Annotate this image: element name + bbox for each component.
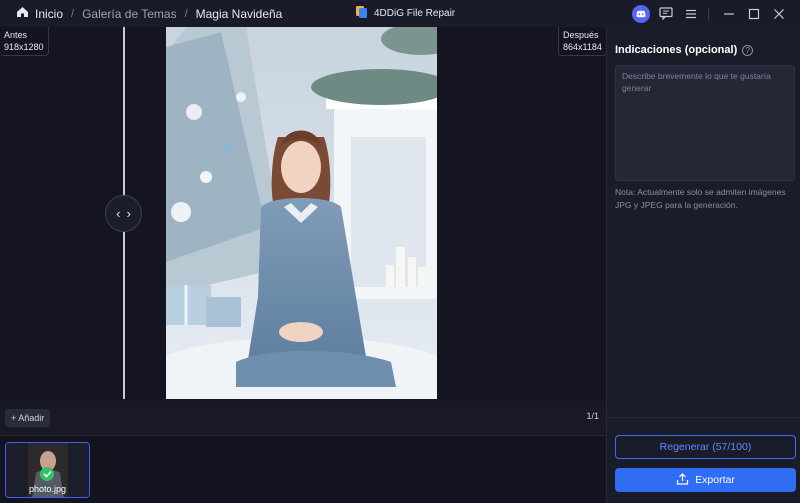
after-size: 864x1184 [563,42,602,52]
add-label: + Añadir [11,413,45,423]
thumbnail-item[interactable]: photo.jpg [5,442,90,498]
app-title: 4DDiG File Repair [355,0,455,27]
side-panel: Indicaciones (opcional) ? Describe breve… [606,27,800,503]
breadcrumb-current: Magia Navideña [195,6,283,21]
export-label: Exportar [695,474,735,486]
feedback-icon[interactable] [655,3,677,25]
before-size: 918x1280 [4,42,44,52]
breadcrumb-gallery[interactable]: Galería de Temas [82,7,177,21]
chevron-left-icon: ‹ [116,206,121,221]
format-note: Nota: Actualmente solo se admiten imágen… [615,187,786,210]
window-controls [627,0,790,27]
export-icon [676,472,689,488]
home-icon [16,6,29,21]
breadcrumb-separator: / [71,7,75,20]
title-bar: Inicio / Galería de Temas / Magia Navide… [0,0,800,27]
discord-icon[interactable] [630,3,652,25]
app-logo-icon [355,5,368,22]
thumbnail-bar: photo.jpg [0,435,606,503]
close-icon[interactable] [768,3,790,25]
minimize-icon[interactable] [718,3,740,25]
app-name: 4DDiG File Repair [374,8,456,19]
breadcrumb-home[interactable]: Inicio [16,6,63,21]
breadcrumb-separator: / [184,7,188,20]
home-label: Inicio [35,6,64,21]
window-controls-separator [708,7,709,20]
breadcrumb: Inicio / Galería de Temas / Magia Navide… [0,6,282,21]
after-size-tag: Después 864x1184 [558,27,606,56]
panel-footer-divider [607,417,800,418]
preview-canvas: ‹ › Antes 918x1280 Después 864x1184 [0,27,606,401]
thumbnail-filename: photo.jpg [28,484,67,494]
compare-slider-handle[interactable]: ‹ › [105,195,142,232]
chevron-right-icon: › [126,206,131,221]
after-label: Después [563,30,599,40]
prompt-input[interactable]: Describe brevemente lo que te gustaría g… [615,65,795,181]
panel-title-text: Indicaciones (opcional) [615,44,738,56]
before-size-tag: Antes 918x1280 [0,27,49,56]
page-counter: 1/1 [586,411,599,421]
preview-image [166,27,437,399]
help-icon[interactable]: ? [742,44,754,56]
add-button[interactable]: + Añadir [5,409,51,427]
menu-icon[interactable] [680,3,702,25]
maximize-icon[interactable] [743,3,765,25]
toolbar-strip: + Añadir 1/1 [0,401,606,435]
panel-title: Indicaciones (opcional) ? [615,44,754,56]
export-button[interactable]: Exportar [615,468,796,492]
regenerate-button[interactable]: Regenerar (57/100) [615,435,796,459]
before-label: Antes [4,30,28,40]
check-icon [40,467,54,481]
